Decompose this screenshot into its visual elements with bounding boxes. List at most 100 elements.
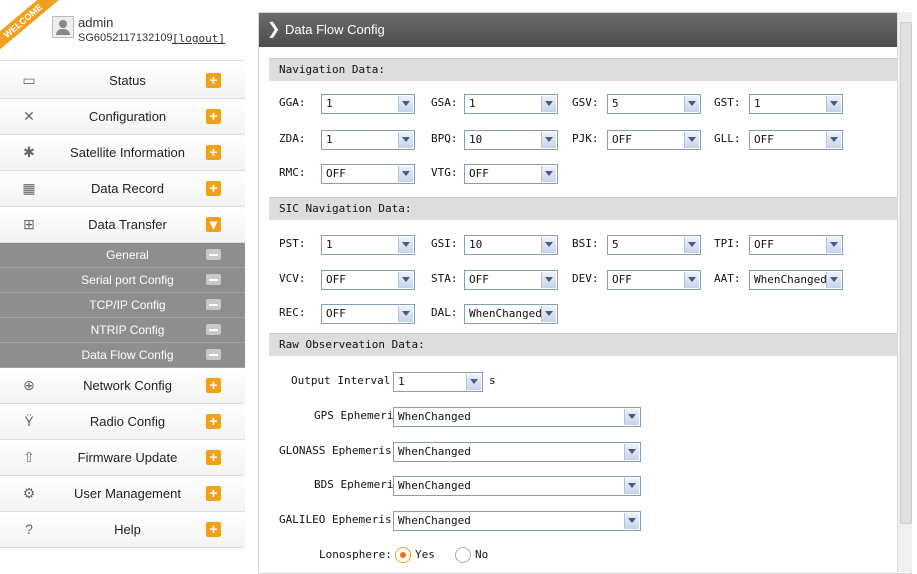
sidebar-subitem-dataflow[interactable]: Data Flow Config [0, 343, 245, 368]
gst-label: GST: [714, 96, 741, 109]
expand-icon[interactable]: + [206, 109, 221, 124]
bds-ephemeris-select[interactable]: WhenChanged [393, 476, 641, 496]
aat-select[interactable]: WhenChanged [749, 270, 843, 290]
dropdown-arrow-icon [541, 166, 556, 182]
collapse-icon[interactable]: ▾ [206, 217, 221, 232]
sidebar-item-data-transfer[interactable]: ⊞ Data Transfer ▾ [0, 207, 245, 243]
sidebar-item-label: Satellite Information [70, 145, 185, 160]
sta-label: STA: [431, 272, 458, 285]
expand-icon[interactable]: + [206, 378, 221, 393]
gst-select[interactable]: 1 [749, 94, 843, 114]
pst-select[interactable]: 1 [321, 235, 415, 255]
dropdown-arrow-icon [541, 132, 556, 148]
select-value: WhenChanged [469, 307, 542, 320]
antenna-icon: Ϋ [24, 413, 34, 429]
select-value: OFF [326, 273, 346, 286]
gga-select[interactable]: 1 [321, 94, 415, 114]
subitem-label: Serial port Config [81, 273, 174, 287]
username: admin [78, 15, 114, 30]
sidebar-item-label: Data Transfer [88, 217, 167, 232]
sidebar-subitem-serial[interactable]: Serial port Config [0, 268, 245, 293]
sidebar-subitem-general[interactable]: General [0, 243, 245, 268]
select-value: WhenChanged [398, 410, 471, 423]
sidebar-subitem-tcpip[interactable]: TCP/IP Config [0, 293, 245, 318]
monitor-icon: ▭ [22, 72, 36, 88]
sta-select[interactable]: OFF [464, 270, 558, 290]
expand-icon[interactable]: + [206, 522, 221, 537]
select-value: OFF [612, 273, 632, 286]
vtg-select[interactable]: OFF [464, 164, 558, 184]
scrollbar[interactable] [897, 12, 912, 572]
expand-icon[interactable]: + [206, 486, 221, 501]
pjk-select[interactable]: OFF [607, 130, 701, 150]
gsi-select[interactable]: 10 [464, 235, 558, 255]
sidebar-subitem-ntrip[interactable]: NTRIP Config [0, 318, 245, 343]
select-value: 10 [469, 133, 483, 146]
select-value: 1 [469, 97, 476, 110]
dropdown-arrow-icon [541, 237, 556, 253]
section-title: Navigation Data: [279, 63, 385, 76]
sidebar-item-radio[interactable]: Ϋ Radio Config + [0, 404, 245, 440]
gsa-label: GSA: [431, 96, 458, 109]
dal-select[interactable]: WhenChanged [464, 304, 558, 324]
main-panel: ❯ Data Flow Config Navigation Data: GGA:… [258, 12, 912, 574]
sidebar-item-label: Data Record [91, 181, 164, 196]
expand-icon[interactable]: + [206, 414, 221, 429]
ionosphere-yes-radio[interactable] [395, 547, 411, 563]
users-icon: ⚙ [22, 485, 36, 501]
interval-unit: s [489, 374, 496, 387]
sidebar-item-satellite[interactable]: ✱ Satellite Information + [0, 135, 245, 171]
gsa-select[interactable]: 1 [464, 94, 558, 114]
dropdown-arrow-icon [398, 166, 413, 182]
sidebar-item-network[interactable]: ⊕ Network Config + [0, 368, 245, 404]
expand-icon[interactable]: + [206, 450, 221, 465]
sidebar-item-configuration[interactable]: ✕ Configuration + [0, 99, 245, 135]
gsv-select[interactable]: 5 [607, 94, 701, 114]
dropdown-arrow-icon [398, 96, 413, 112]
logout-link[interactable]: [logout] [172, 32, 225, 45]
expand-icon[interactable]: + [206, 73, 221, 88]
select-value: OFF [754, 133, 774, 146]
sidebar-item-label: Firmware Update [77, 450, 178, 465]
vcv-select[interactable]: OFF [321, 270, 415, 290]
bpq-select[interactable]: 10 [464, 130, 558, 150]
scrollbar-thumb[interactable] [900, 22, 912, 524]
select-value: OFF [469, 273, 489, 286]
select-value: 1 [754, 97, 761, 110]
sidebar-item-users[interactable]: ⚙ User Management + [0, 476, 245, 512]
sidebar-item-status[interactable]: ▭ Status + [0, 63, 245, 99]
tpi-select[interactable]: OFF [749, 235, 843, 255]
gsi-label: GSI: [431, 237, 458, 250]
ionosphere-yes-label: Yes [415, 548, 435, 561]
select-value: 1 [326, 238, 333, 251]
minus-icon [206, 299, 221, 310]
galileo-ephemeris-select[interactable]: WhenChanged [393, 511, 641, 531]
ionosphere-no-radio[interactable] [455, 547, 471, 563]
rmc-select[interactable]: OFF [321, 164, 415, 184]
expand-icon[interactable]: + [206, 145, 221, 160]
zda-select[interactable]: 1 [321, 130, 415, 150]
sidebar-item-data-record[interactable]: ▦ Data Record + [0, 171, 245, 207]
bsi-select[interactable]: 5 [607, 235, 701, 255]
glonass-ephemeris-select[interactable]: WhenChanged [393, 442, 641, 462]
ionosphere-label: Lonosphere: [319, 548, 392, 561]
chevron-right-icon: ❯ [267, 21, 281, 38]
select-value: OFF [326, 167, 346, 180]
sidebar-item-label: Radio Config [89, 414, 166, 429]
gps-ephemeris-select[interactable]: WhenChanged [393, 407, 641, 427]
pst-label: PST: [279, 237, 306, 250]
sidebar-item-firmware[interactable]: ⇧ Firmware Update + [0, 440, 245, 476]
sidebar-item-label: Status [109, 73, 146, 88]
select-value: 5 [612, 97, 619, 110]
dev-select[interactable]: OFF [607, 270, 701, 290]
rec-select[interactable]: OFF [321, 304, 415, 324]
select-value: WhenChanged [398, 514, 471, 527]
sidebar-item-help[interactable]: ? Help + [0, 512, 245, 548]
gsv-label: GSV: [572, 96, 599, 109]
gll-select[interactable]: OFF [749, 130, 843, 150]
output-interval-select[interactable]: 1 [393, 372, 483, 392]
bsi-label: BSI: [572, 237, 599, 250]
dropdown-arrow-icon [398, 272, 413, 288]
expand-icon[interactable]: + [206, 181, 221, 196]
dropdown-arrow-icon [398, 306, 413, 322]
